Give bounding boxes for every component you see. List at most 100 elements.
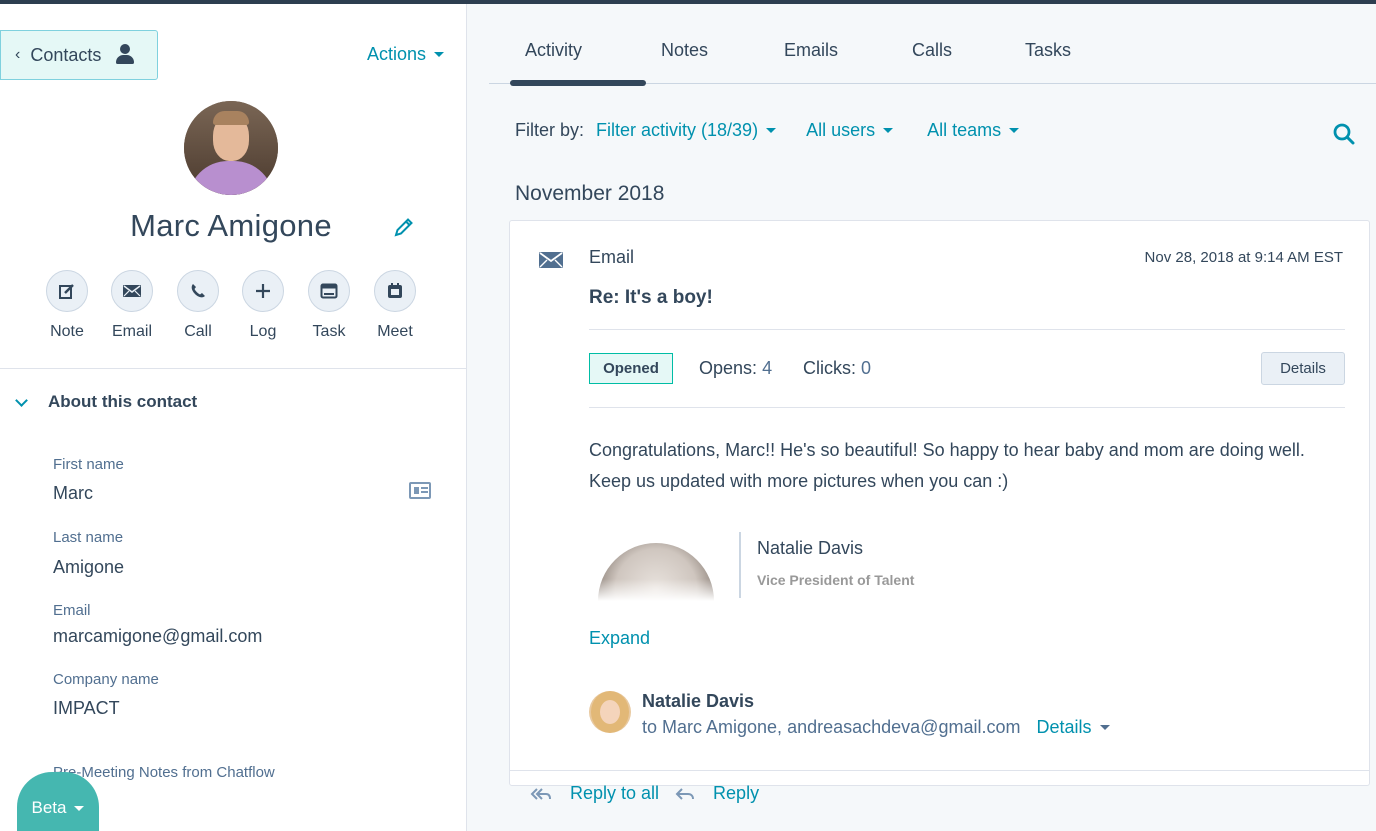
back-to-contacts-button[interactable]: ‹ Contacts — [0, 30, 158, 80]
divider — [589, 407, 1345, 408]
quick-action-label: Meet — [377, 323, 413, 340]
all-teams-label: All teams — [927, 120, 1002, 140]
pre-meeting-notes-label: Pre-Meeting Notes from Chatflow — [53, 764, 275, 781]
month-heading: November 2018 — [515, 182, 665, 205]
about-contact-toggle[interactable]: About this contact — [15, 392, 198, 412]
caret-down-icon — [74, 806, 85, 811]
all-users-label: All users — [806, 120, 876, 140]
actions-label: Actions — [367, 44, 427, 64]
plus-icon — [256, 284, 270, 298]
last-name-value[interactable]: Amigone — [53, 557, 124, 578]
chevron-down-icon — [15, 393, 28, 407]
signature-photo — [595, 543, 717, 601]
signature-divider — [739, 532, 741, 598]
caret-down-icon — [883, 128, 894, 133]
sender-avatar — [589, 691, 631, 733]
activity-timestamp: Nov 28, 2018 at 9:14 AM EST — [1144, 249, 1343, 266]
chevron-left-icon: ‹ — [15, 46, 21, 63]
edit-pencil-icon[interactable] — [393, 216, 415, 238]
sender-details-dropdown[interactable]: Details — [1036, 717, 1110, 738]
caret-down-icon — [1099, 725, 1110, 730]
contact-sidebar: ‹ Contacts Actions Marc Amigone Note Ema… — [0, 4, 467, 831]
person-icon — [115, 44, 135, 66]
reply-link[interactable]: Reply — [713, 783, 759, 804]
about-heading: About this contact — [48, 392, 198, 411]
company-name-value[interactable]: IMPACT — [53, 698, 120, 719]
card-footer-divider — [510, 770, 1369, 771]
recipients-text: to Marc Amigone, andreasachdeva@gmail.co… — [642, 717, 1021, 737]
task-icon — [320, 283, 338, 299]
email-activity-card: Email Nov 28, 2018 at 9:14 AM EST Re: It… — [509, 220, 1370, 803]
caret-down-icon — [434, 52, 445, 57]
tab-notes[interactable]: Notes — [661, 40, 708, 61]
divider — [589, 329, 1345, 330]
phone-icon — [191, 284, 205, 298]
filter-row: Filter by: Filter activity (18/39) All u… — [515, 120, 1020, 141]
tab-tasks[interactable]: Tasks — [1025, 40, 1071, 61]
clicks-label: Clicks: — [803, 358, 856, 378]
activity-type: Email — [589, 247, 635, 267]
reply-actions: Reply to all Reply — [530, 783, 759, 804]
back-to-contacts-label: Contacts — [30, 44, 102, 65]
quick-action-label: Note — [50, 323, 84, 340]
quick-action-label: Task — [312, 323, 346, 340]
search-icon[interactable] — [1333, 123, 1355, 145]
sender-details-label: Details — [1036, 717, 1092, 737]
email-body: Congratulations, Marc!! He's so beautifu… — [589, 440, 1305, 491]
reply-icon[interactable] — [675, 787, 695, 801]
active-tab-indicator — [510, 80, 646, 86]
tab-calls[interactable]: Calls — [912, 40, 952, 61]
email-label: Email — [53, 602, 91, 619]
status-badge: Opened — [589, 353, 673, 384]
email-icon — [123, 285, 141, 297]
tab-bar: Activity Notes Emails Calls Tasks — [489, 4, 1376, 86]
section-divider — [0, 368, 466, 369]
beta-button[interactable]: Beta — [17, 772, 99, 831]
opens-label: Opens: — [699, 358, 758, 378]
signature-title: Vice President of Talent — [757, 572, 915, 588]
email-value[interactable]: marcamigone@gmail.com — [53, 626, 262, 647]
quick-action-note[interactable]: Note — [45, 270, 89, 341]
activity-panel: Activity Notes Emails Calls Tasks Filter… — [467, 4, 1376, 831]
clicks-stat: Clicks: 0 — [803, 358, 871, 379]
reply-all-link[interactable]: Reply to all — [570, 783, 659, 804]
signature-name: Natalie Davis — [757, 538, 864, 558]
contact-card-icon[interactable] — [409, 482, 431, 499]
quick-action-email[interactable]: Email — [110, 270, 154, 341]
opens-value: 4 — [762, 358, 773, 378]
filter-activity-label: Filter activity (18/39) — [596, 120, 759, 140]
opens-stat: Opens: 4 — [699, 358, 772, 379]
caret-down-icon — [1009, 128, 1020, 133]
filter-activity-dropdown[interactable]: Filter activity (18/39) — [596, 120, 777, 141]
all-teams-dropdown[interactable]: All teams — [927, 120, 1020, 141]
quick-action-log[interactable]: Log — [241, 270, 285, 341]
beta-label: Beta — [31, 798, 67, 817]
quick-action-call[interactable]: Call — [176, 270, 220, 341]
actions-dropdown[interactable]: Actions — [367, 44, 445, 65]
first-name-label: First name — [53, 456, 124, 473]
quick-action-label: Call — [184, 323, 212, 340]
email-icon — [539, 252, 563, 268]
quick-action-task[interactable]: Task — [307, 270, 351, 341]
tab-activity[interactable]: Activity — [525, 40, 582, 61]
recipients-line: to Marc Amigone, andreasachdeva@gmail.co… — [642, 717, 1110, 738]
filter-by-label: Filter by: — [515, 120, 585, 140]
reply-all-icon[interactable] — [530, 787, 552, 801]
sender-name: Natalie Davis — [642, 691, 755, 711]
company-name-label: Company name — [53, 671, 159, 688]
last-name-label: Last name — [53, 529, 124, 546]
quick-action-meet[interactable]: Meet — [373, 270, 417, 341]
calendar-icon — [388, 283, 402, 298]
details-button[interactable]: Details — [1261, 352, 1345, 385]
expand-link[interactable]: Expand — [589, 628, 650, 649]
tab-emails[interactable]: Emails — [784, 40, 838, 61]
first-name-value[interactable]: Marc — [53, 483, 93, 504]
caret-down-icon — [766, 128, 777, 133]
quick-action-label: Log — [249, 323, 277, 340]
all-users-dropdown[interactable]: All users — [806, 120, 894, 141]
contact-avatar[interactable] — [184, 101, 278, 195]
quick-action-label: Email — [111, 323, 152, 340]
note-icon — [59, 284, 74, 299]
clicks-value: 0 — [861, 358, 872, 378]
email-subject[interactable]: Re: It's a boy! — [589, 287, 713, 309]
